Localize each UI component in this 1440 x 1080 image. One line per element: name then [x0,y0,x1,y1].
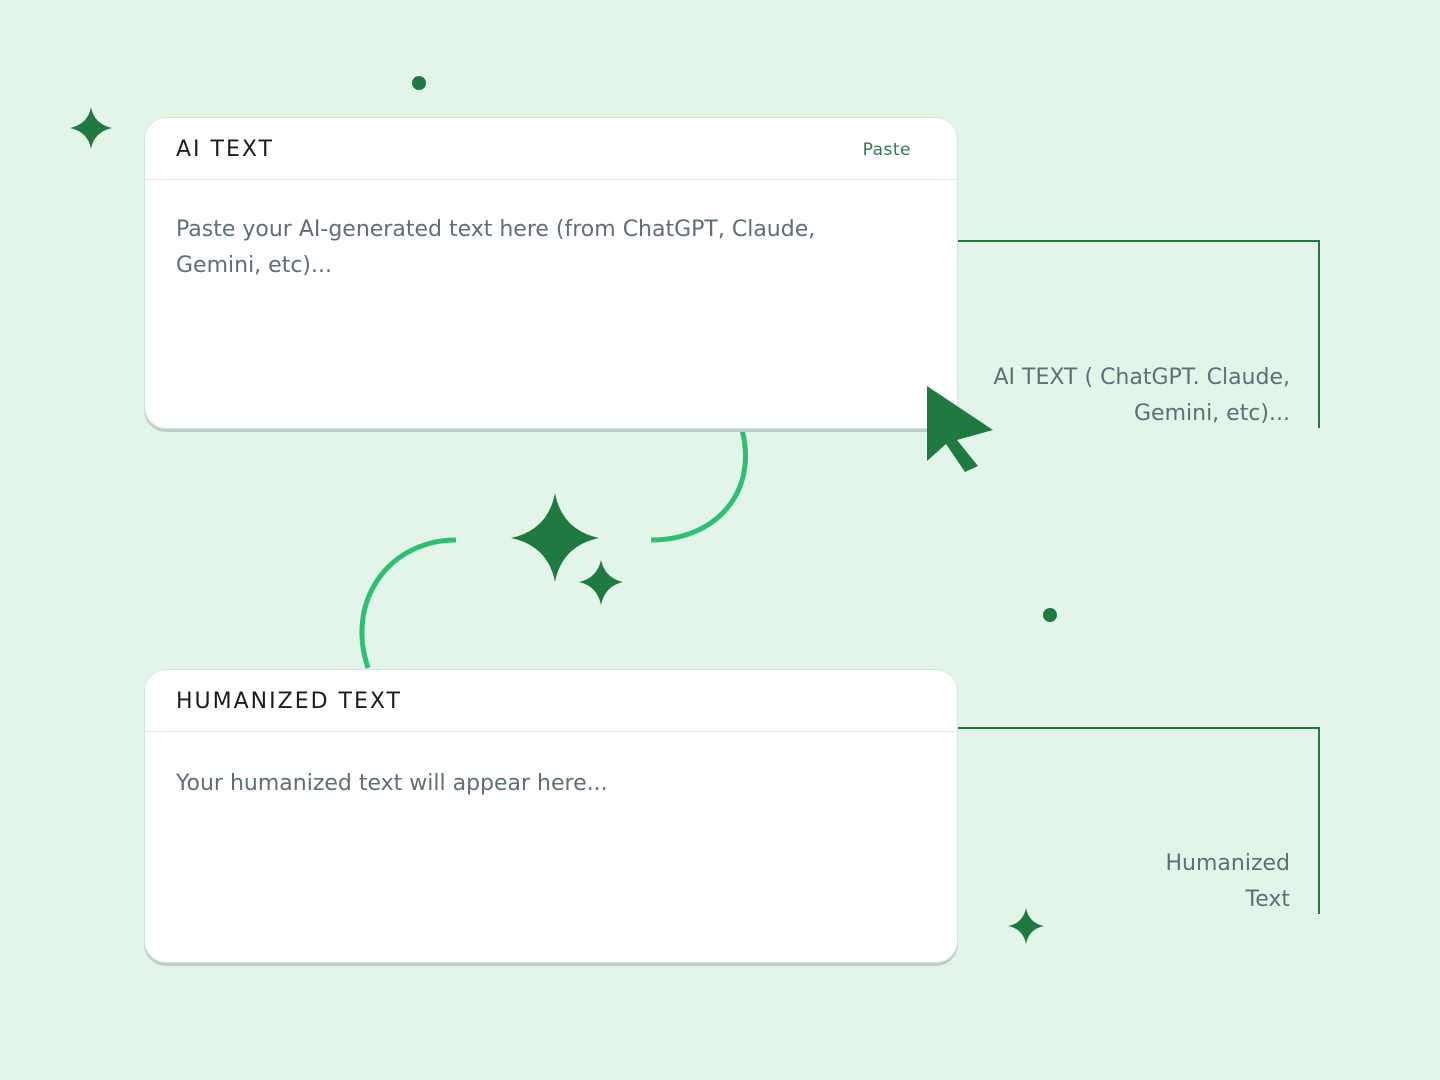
ai-text-card: AI TEXT Paste [144,117,958,429]
callout-humanized-text: Humanized Text [990,846,1290,918]
dot-decoration [1043,608,1057,622]
sparkle-large-icon [511,493,599,582]
ai-text-input[interactable] [145,180,957,428]
paste-button[interactable]: Paste [863,140,911,160]
ai-text-card-header: AI TEXT Paste [145,118,957,180]
connector-arc-top [650,429,749,543]
callout-humanized-line1: Humanized [1165,851,1290,876]
callout-ai-text: AI TEXT ( ChatGPT. Claude, Gemini, etc).… [993,365,1291,426]
sparkle-icon [70,107,112,149]
dot-decoration [412,76,426,90]
sparkle-small-icon [579,560,623,605]
connector-arc-bottom [359,537,457,669]
humanized-text-output: Your humanized text will appear here... [176,771,608,796]
humanized-text-card-header: HUMANIZED TEXT [145,670,957,732]
callout-humanized-line2: Text [1245,887,1291,912]
humanized-text-card: HUMANIZED TEXT Your humanized text will … [144,669,958,963]
humanized-text-title: HUMANIZED TEXT [176,689,402,714]
ai-text-title: AI TEXT [176,137,274,162]
